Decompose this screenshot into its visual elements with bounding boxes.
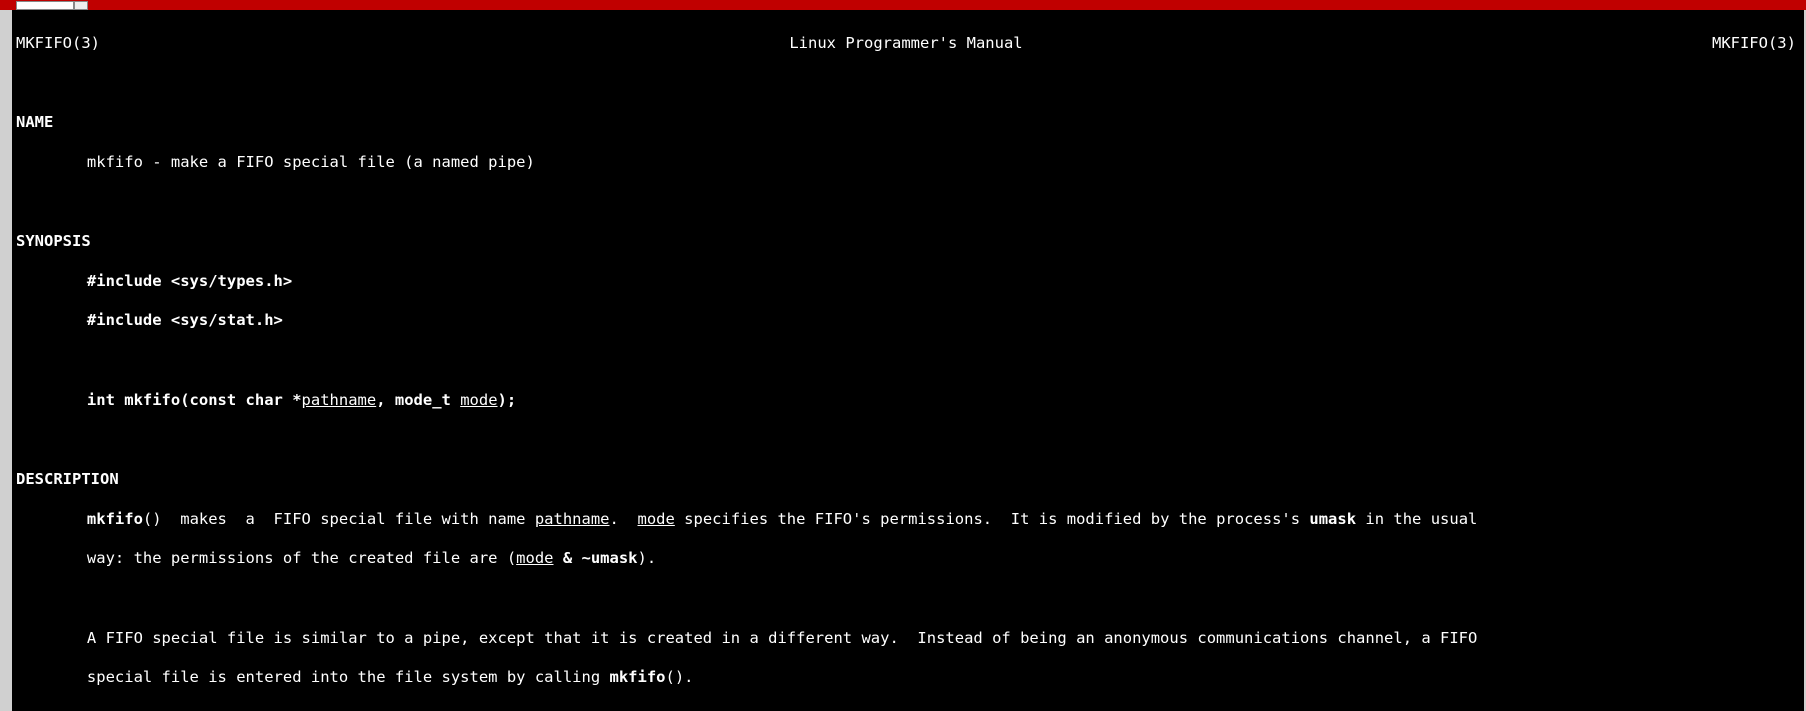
manpage-header-center: Linux Programmer's Manual [789, 34, 1022, 54]
description-p2-line2: special file is entered into the file sy… [16, 668, 1802, 688]
blank-line [16, 430, 1802, 450]
synopsis-include-1: #include <sys/types.h> [16, 272, 1802, 292]
name-body: mkfifo - make a FIFO special file (a nam… [16, 153, 1802, 173]
description-p1-line1: mkfifo() makes a FIFO special file with … [16, 510, 1802, 530]
manpage-header-right: MKFIFO(3) [1712, 34, 1796, 54]
description-p1-line2: way: the permissions of the created file… [16, 549, 1802, 569]
synopsis-include-2: #include <sys/stat.h> [16, 311, 1802, 331]
blank-line [16, 192, 1802, 212]
terminal-manpage[interactable]: MKFIFO(3) Linux Programmer's Manual MKFIFO… [12, 10, 1804, 711]
blank-line [16, 589, 1802, 609]
manpage-header-left: MKFIFO(3) [16, 34, 100, 54]
section-description-heading: DESCRIPTION [16, 470, 1802, 490]
blank-line [16, 73, 1802, 93]
description-p2-line1: A FIFO special file is similar to a pipe… [16, 629, 1802, 649]
titlebar-dropdown-icon[interactable] [74, 1, 88, 10]
synopsis-prototype: int mkfifo(const char *pathname, mode_t … [16, 391, 1802, 411]
manpage-header: MKFIFO(3) Linux Programmer's Manual MKFIFO… [16, 34, 1802, 54]
blank-line [16, 351, 1802, 371]
section-name-heading: NAME [16, 113, 1802, 133]
window-titlebar [0, 0, 1806, 10]
section-synopsis-heading: SYNOPSIS [16, 232, 1802, 252]
titlebar-tab[interactable] [16, 1, 74, 10]
